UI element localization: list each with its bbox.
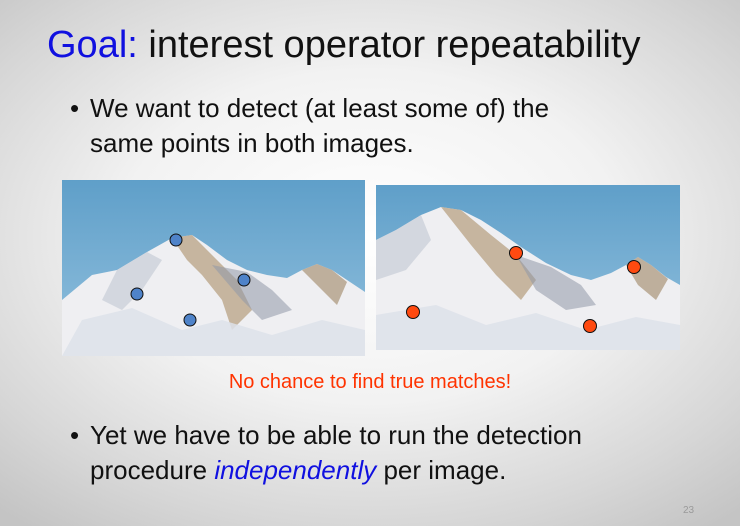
bullet-item-2: • Yet we have to be able to run the dete… — [70, 418, 710, 488]
bullet-item-1: • We want to detect (at least some of) t… — [70, 91, 710, 161]
bullet-line: same points in both images. — [90, 128, 414, 158]
interest-point-marker — [130, 287, 144, 301]
bullet-text: procedure — [90, 455, 215, 485]
slide-number: 23 — [683, 505, 695, 516]
interest-point-marker — [509, 246, 523, 260]
bullet-marker: • — [70, 93, 80, 123]
slide-title: Goal: interest operator repeatability — [47, 22, 641, 68]
interest-point-marker — [237, 273, 251, 287]
interest-point-marker — [583, 319, 597, 333]
bullet-marker: • — [70, 420, 80, 450]
emphasis-text: independently — [214, 455, 377, 485]
mountain-image-right — [376, 185, 680, 350]
bullet-line: We want to detect (at least some of) the — [90, 93, 550, 123]
interest-point-marker — [183, 313, 197, 327]
title-text: interest operator repeatability — [148, 24, 641, 66]
interest-point-marker — [406, 305, 420, 319]
mountain-image-left — [62, 180, 365, 356]
bullet-line: Yet we have to be able to run the detect… — [90, 420, 582, 450]
interest-point-marker — [627, 260, 641, 274]
title-keyword: Goal: — [47, 24, 138, 66]
bullet-text: per image. — [376, 455, 507, 485]
interest-point-marker — [169, 233, 183, 247]
caption: No chance to find true matches! — [228, 371, 512, 393]
bullet-line: procedure independently per image. — [90, 453, 710, 488]
